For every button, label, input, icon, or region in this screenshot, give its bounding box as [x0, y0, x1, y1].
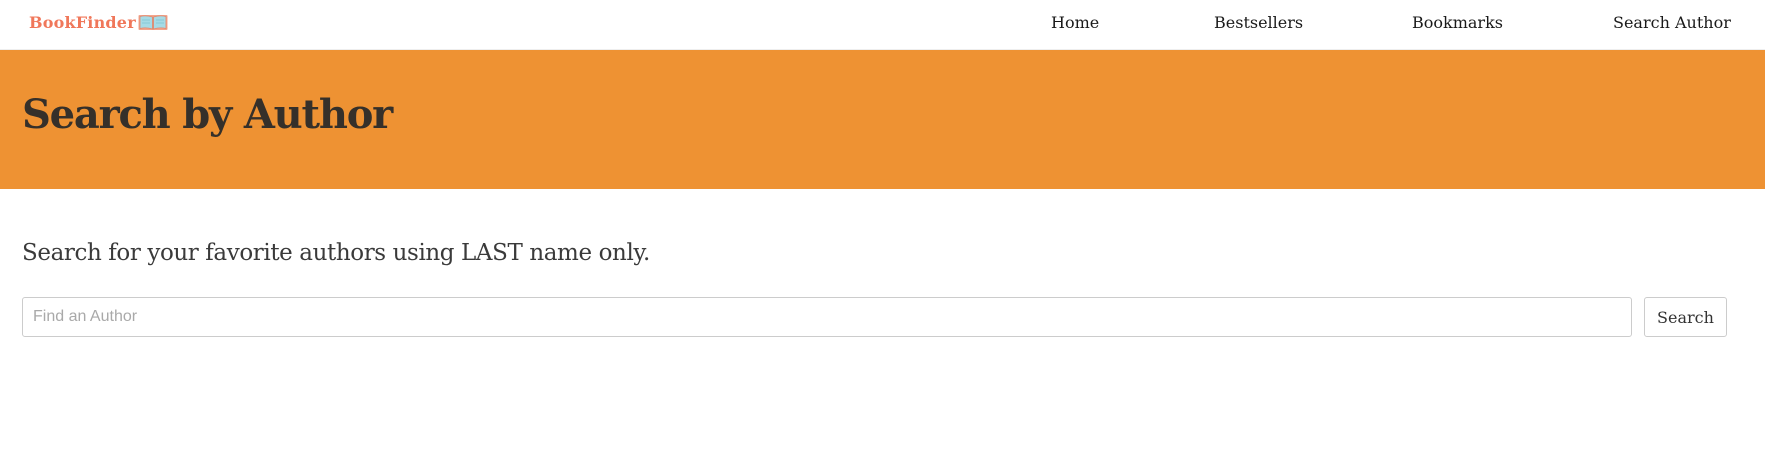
open-book-icon: [138, 14, 168, 30]
author-search-input[interactable]: [22, 297, 1632, 337]
page-header-banner: Search by Author: [0, 50, 1765, 189]
nav-item-search-author[interactable]: Search Author: [1613, 13, 1731, 32]
brand-logo[interactable]: BookFinder: [29, 11, 168, 33]
search-button[interactable]: Search: [1644, 297, 1727, 337]
page-title: Search by Author: [22, 91, 393, 138]
nav-item-bookmarks[interactable]: Bookmarks: [1412, 13, 1503, 32]
brand-name: BookFinder: [29, 12, 136, 32]
search-instructions: Search for your favorite authors using L…: [22, 240, 650, 266]
nav-item-home[interactable]: Home: [1051, 13, 1099, 32]
navbar: BookFinder Home Bestsellers Bookmarks Se…: [0, 0, 1765, 50]
nav-item-bestsellers[interactable]: Bestsellers: [1214, 13, 1303, 32]
